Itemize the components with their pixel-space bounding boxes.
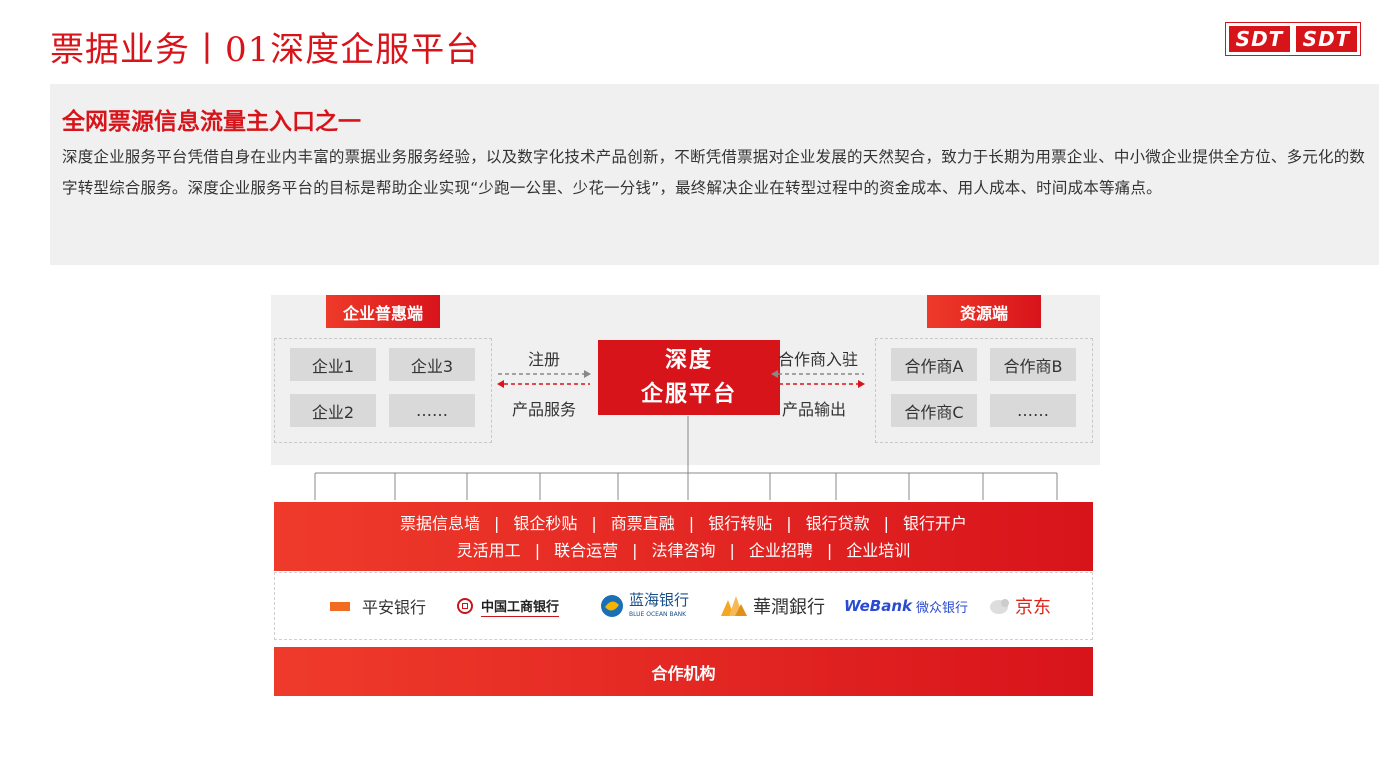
partner-join-label: 合作商入驻 (778, 350, 859, 369)
bank-jd: 京东 (985, 573, 1051, 639)
bank-icbc: 中国工商银行 (457, 573, 560, 639)
service-item: 商票直融 (610, 513, 675, 533)
platform-line2: 企服平台 (640, 381, 737, 407)
partners-band: 合作机构 (274, 647, 1093, 696)
intro-panel: 全网票源信息流量主入口之一 深度企业服务平台凭借自身在业内丰富的票据业务服务经验… (50, 84, 1379, 265)
bank-huarun: 華潤銀行 (721, 573, 825, 639)
service-item: 法律咨询 (651, 540, 716, 560)
services-row-1: 票据信息墙 | 银企秒贴 | 商票直融 | 银行转贴 | 银行贷款 | 银行开户 (399, 513, 968, 533)
logo-right: SDT (1296, 26, 1357, 52)
register-label: 注册 (528, 350, 561, 369)
arrowhead-left (497, 380, 504, 388)
sdt-logo: SDT SDT (1225, 22, 1361, 56)
connector-lines (314, 416, 1058, 500)
service-item: 联合运营 (554, 540, 619, 560)
partner-chip: 合作商B (990, 348, 1076, 381)
bank-pingan: 平安银行 (330, 573, 426, 639)
service-item: 银行开户 (903, 513, 968, 533)
service-item: 银行贷款 (805, 513, 870, 533)
resource-tag: 资源端 (927, 295, 1041, 328)
platform-box: 深度 企服平台 (598, 340, 780, 415)
bank-webank: WeBank 微众银行 (844, 597, 968, 616)
enterprise-chip: 企业1 (290, 348, 376, 381)
huarun-logo-icon (721, 596, 747, 616)
blue-ocean-logo-icon (601, 595, 623, 617)
partner-chip: 合作商A (891, 348, 977, 381)
webank-logo-icon: WeBank (844, 597, 912, 615)
right-arrows (771, 370, 865, 388)
partner-logos-row: 平安银行 中国工商银行 蓝海银行 BLUE OCEAN BANK 華潤銀行 We… (274, 572, 1093, 640)
services-band: 票据信息墙 | 银企秒贴 | 商票直融 | 银行转贴 | 银行贷款 | 银行开户 灵活用工 | 联合运营… (274, 502, 1093, 571)
enterprise-chip: 企业3 (389, 348, 475, 381)
arrowhead-right (584, 370, 591, 378)
left-arrows (497, 370, 591, 388)
pingan-logo-icon (330, 601, 350, 611)
service-item: 票据信息墙 (399, 513, 480, 533)
intro-heading: 全网票源信息流量主入口之一 (62, 109, 361, 135)
icbc-logo-icon (457, 598, 473, 614)
service-item: 企业招聘 (748, 540, 813, 560)
platform-line1: 深度 (664, 347, 713, 373)
intro-body: 深度企业服务平台凭借自身在业内丰富的票据业务服务经验，以及数字化技术产品创新，不… (62, 148, 1366, 197)
service-item: 银企秒贴 (513, 513, 578, 533)
service-item: 企业培训 (846, 540, 911, 560)
arrowhead-left (771, 370, 778, 378)
arrowhead-right (858, 380, 865, 388)
logo-left: SDT (1229, 26, 1290, 52)
services-row-2: 灵活用工 | 联合运营 | 法律咨询 | 企业招聘 | 企业培训 (456, 540, 911, 560)
service-item: 灵活用工 (456, 540, 521, 560)
enterprise-tag: 企业普惠端 (326, 295, 440, 328)
bank-blue-ocean: 蓝海银行 BLUE OCEAN BANK (599, 573, 689, 639)
service-item: 银行转贴 (708, 513, 773, 533)
jd-logo-icon (990, 599, 1009, 614)
page-title: 票据业务丨01深度企服平台 (50, 30, 481, 70)
